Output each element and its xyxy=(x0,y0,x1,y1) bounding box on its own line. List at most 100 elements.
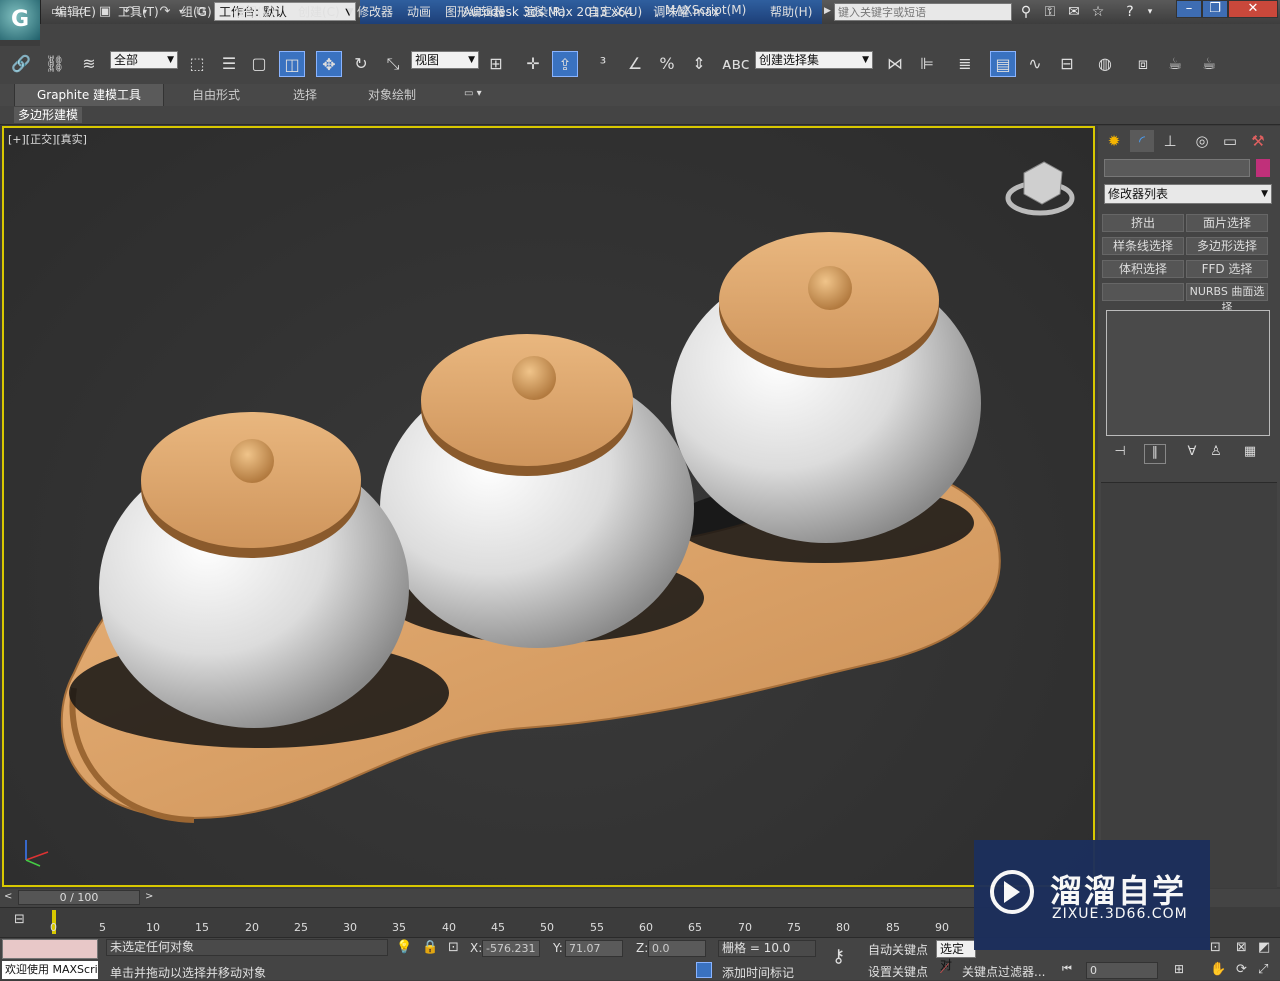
spline-select-button[interactable]: 样条线选择 xyxy=(1102,237,1184,255)
create-tab-icon[interactable]: ✹ xyxy=(1102,130,1126,152)
align-icon[interactable]: ⊫ xyxy=(914,51,940,77)
perspective-viewport[interactable]: [+][正交][真实] xyxy=(2,126,1095,887)
reference-coordinate-dropdown[interactable]: 视图 ▼ xyxy=(411,51,479,69)
modifier-stack[interactable] xyxy=(1106,310,1270,436)
zoom-extents-icon[interactable]: ⊡ xyxy=(1210,940,1221,955)
x-coordinate-field[interactable]: -576.231 xyxy=(482,940,540,957)
menu-modifiers[interactable]: 修改器 xyxy=(357,3,393,20)
field-of-view-icon[interactable]: ◩ xyxy=(1258,940,1270,955)
current-frame-field[interactable]: 0 xyxy=(1086,962,1158,979)
key-filters-button[interactable]: 关键点过滤器... xyxy=(962,963,1045,980)
modify-tab-icon[interactable]: ◜ xyxy=(1130,130,1154,152)
next-frame-arrow-icon[interactable]: > xyxy=(145,891,153,902)
menu-tools[interactable]: 工具(T) xyxy=(118,3,159,20)
material-editor-icon[interactable]: ◍ xyxy=(1092,51,1118,77)
time-tag-icon[interactable] xyxy=(696,962,712,978)
minimize-button[interactable]: – xyxy=(1176,0,1202,18)
go-to-start-icon[interactable]: ⏮ xyxy=(1062,962,1072,976)
select-by-name-icon[interactable]: ☰ xyxy=(216,51,242,77)
selected-key-dropdown[interactable]: 选定对 xyxy=(936,940,976,972)
empty-modifier-button[interactable] xyxy=(1102,283,1184,301)
angle-snap-icon[interactable]: ∠ xyxy=(622,51,648,77)
favorites-star-icon[interactable]: ☆ xyxy=(1088,3,1108,21)
tab-graphite-modeling[interactable]: Graphite 建模工具 xyxy=(14,84,164,106)
auto-key-button[interactable]: 自动关键点 xyxy=(868,941,928,958)
menu-help[interactable]: 帮助(H) xyxy=(770,3,812,20)
select-object-icon[interactable]: ⬚ xyxy=(184,51,210,77)
y-coordinate-field[interactable]: 71.07 xyxy=(565,940,623,957)
make-unique-icon[interactable]: ∀ xyxy=(1182,444,1202,462)
extrude-button[interactable]: 挤出 xyxy=(1102,214,1184,232)
tab-selection[interactable]: 选择 xyxy=(283,84,327,106)
keyboard-shortcut-override-icon[interactable]: ⇪ xyxy=(552,51,578,77)
restore-button[interactable]: ❐ xyxy=(1202,0,1228,18)
set-key-icon[interactable]: ⚷ xyxy=(832,946,845,967)
menu-group[interactable]: 组(G) xyxy=(181,3,212,20)
layer-manager-icon[interactable]: ≣ xyxy=(952,51,978,77)
selection-lock-icon[interactable]: 🔒 xyxy=(422,940,438,955)
mirror-icon[interactable]: ⋈ xyxy=(882,51,908,77)
menu-rendering[interactable]: 渲染(R) xyxy=(524,3,566,20)
menu-maxscript[interactable]: MAXScript(M) xyxy=(665,3,746,17)
select-and-manipulate-icon[interactable]: ✛ xyxy=(520,51,546,77)
maximize-viewport-icon[interactable]: ⤢ xyxy=(1258,962,1268,977)
edit-named-selection-icon[interactable]: ᴀʙᴄ xyxy=(722,51,750,77)
select-and-rotate-icon[interactable]: ↻ xyxy=(348,51,374,77)
communication-icon[interactable]: ✉ xyxy=(1064,3,1084,21)
mini-curve-editor-icon[interactable]: ⊟ xyxy=(14,912,25,927)
menu-animation[interactable]: 动画 xyxy=(407,3,431,20)
isolate-selection-icon[interactable]: 💡 xyxy=(396,940,412,955)
curve-editor-icon[interactable]: ∿ xyxy=(1022,51,1048,77)
maxscript-listener[interactable] xyxy=(2,939,98,959)
ribbon-options-icon[interactable]: ▭ ▾ xyxy=(464,88,482,99)
pin-stack-icon[interactable]: ⊣ xyxy=(1110,444,1130,462)
menu-customize[interactable]: 自定义(U) xyxy=(588,3,642,20)
menu-graph-editors[interactable]: 图形编辑器 xyxy=(445,3,505,20)
polygon-modeling-tab[interactable]: 多边形建模 xyxy=(14,107,83,123)
render-setup-icon[interactable]: ⧈ xyxy=(1130,51,1156,77)
time-configuration-icon[interactable]: ⊞ xyxy=(1174,962,1184,976)
modifier-list-dropdown[interactable]: 修改器列表 ▼ xyxy=(1104,184,1272,204)
search-input[interactable]: 键入关键字或短语 xyxy=(834,3,1012,21)
motion-tab-icon[interactable]: ◎ xyxy=(1190,130,1214,152)
ffd-select-button[interactable]: FFD 选择 xyxy=(1186,260,1268,278)
add-time-tag[interactable]: 添加时间标记 xyxy=(722,964,794,981)
zoom-region-icon[interactable]: ⊠ xyxy=(1236,940,1247,955)
select-and-move-icon[interactable]: ✥ xyxy=(316,51,342,77)
set-key-button[interactable]: 设置关键点 xyxy=(868,963,928,980)
unlink-selection-icon[interactable]: ⛓ xyxy=(42,51,68,77)
prev-frame-arrow-icon[interactable]: < xyxy=(4,891,12,902)
snaps-toggle-icon[interactable]: ³ xyxy=(590,51,616,77)
window-crossing-icon[interactable]: ◫ xyxy=(279,51,305,77)
time-slider-thumb[interactable]: 0 / 100 xyxy=(18,890,140,905)
patch-select-button[interactable]: 面片选择 xyxy=(1186,214,1268,232)
utilities-tab-icon[interactable]: ⚒ xyxy=(1246,130,1270,152)
schematic-view-icon[interactable]: ⊟ xyxy=(1054,51,1080,77)
named-selection-dropdown[interactable]: 创建选择集 ▼ xyxy=(755,51,873,69)
rectangular-selection-icon[interactable]: ▢ xyxy=(246,51,272,77)
subscription-key-icon[interactable]: ⚿ xyxy=(1040,3,1060,21)
menu-edit[interactable]: 编辑(E) xyxy=(55,3,96,20)
select-and-link-icon[interactable]: 🔗 xyxy=(8,51,34,77)
display-tab-icon[interactable]: ▭ xyxy=(1218,130,1242,152)
select-and-scale-icon[interactable]: ⤡ xyxy=(380,51,406,77)
help-dropdown-icon[interactable]: ▾ xyxy=(1140,3,1160,21)
show-end-result-icon[interactable]: ∥ xyxy=(1144,444,1166,464)
hierarchy-tab-icon[interactable]: ⊥ xyxy=(1158,130,1182,152)
graphite-toggle-icon[interactable]: ▤ xyxy=(990,51,1016,77)
render-production-icon[interactable]: ☕ xyxy=(1196,51,1222,77)
help-icon[interactable]: ? xyxy=(1120,3,1140,21)
pivot-center-icon[interactable]: ⊞ xyxy=(483,51,509,77)
maxscript-mini-listener[interactable]: 欢迎使用 MAXScri xyxy=(2,961,98,979)
absolute-mode-icon[interactable]: ⊡ xyxy=(448,940,459,955)
save-file-icon[interactable]: ▣ xyxy=(96,3,114,21)
poly-select-button[interactable]: 多边形选择 xyxy=(1186,237,1268,255)
orbit-icon[interactable]: ⟳ xyxy=(1236,962,1247,977)
volume-select-button[interactable]: 体积选择 xyxy=(1102,260,1184,278)
info-center-arrow-icon[interactable]: ▶ xyxy=(824,6,831,16)
percent-snap-icon[interactable]: % xyxy=(654,51,680,77)
menu-views[interactable]: 视图(V) xyxy=(233,3,275,20)
rendered-frame-window-icon[interactable]: ☕ xyxy=(1162,51,1188,77)
menu-create[interactable]: 创建(C) xyxy=(298,3,340,20)
tab-freeform[interactable]: 自由形式 xyxy=(182,84,250,106)
